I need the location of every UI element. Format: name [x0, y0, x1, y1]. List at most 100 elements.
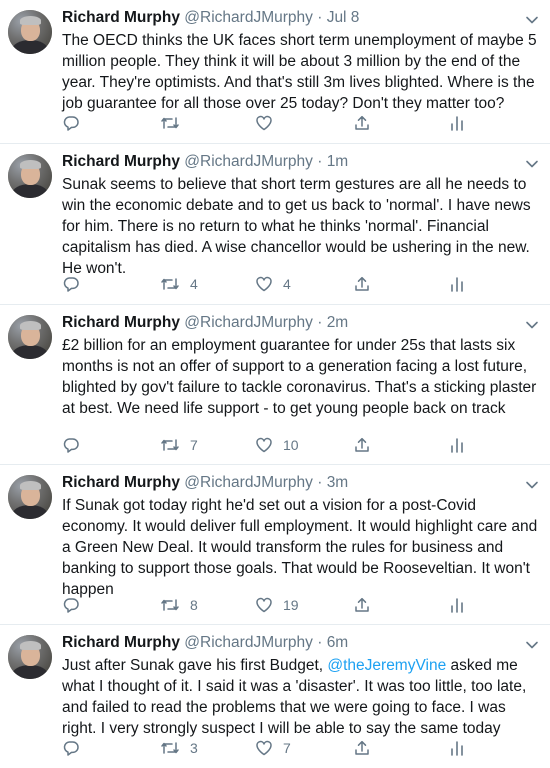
- retweet-count: 4: [190, 276, 198, 292]
- tweet-time[interactable]: 1m: [327, 153, 349, 170]
- share-icon: [355, 740, 369, 755]
- tweet-header: Richard Murphy @RichardJMurphy · 3m: [62, 473, 348, 493]
- author-name[interactable]: Richard Murphy: [62, 153, 180, 170]
- chevron-down-icon[interactable]: [524, 637, 540, 653]
- chevron-down-icon[interactable]: [524, 156, 540, 172]
- author-handle[interactable]: @RichardJMurphy: [184, 474, 313, 491]
- retweet-count: 7: [190, 437, 198, 453]
- heart-icon: [256, 276, 272, 292]
- tweet-actions: 7 10: [62, 435, 542, 455]
- retweet-icon: [161, 117, 179, 129]
- retweet-count: 3: [190, 740, 198, 756]
- tweet-text: If Sunak got today right he'd set out a …: [62, 497, 538, 598]
- avatar[interactable]: [8, 10, 52, 54]
- tweet-time[interactable]: 6m: [327, 634, 349, 651]
- tweet-time[interactable]: 2m: [327, 314, 349, 331]
- tweet-text: Just after Sunak gave his first Budget, …: [62, 655, 542, 739]
- analytics-icon: [451, 741, 463, 756]
- tweet-time[interactable]: Jul 8: [327, 9, 360, 26]
- like-button[interactable]: 7: [255, 738, 291, 758]
- author-handle[interactable]: @RichardJMurphy: [184, 634, 313, 651]
- share-button[interactable]: [353, 435, 371, 455]
- analytics-button[interactable]: [449, 595, 465, 615]
- share-icon: [355, 437, 369, 452]
- reply-button[interactable]: [62, 435, 80, 455]
- mention-link[interactable]: @theJeremyVine: [327, 657, 446, 674]
- tweet-header: Richard Murphy @RichardJMurphy · 1m: [62, 152, 348, 172]
- like-count: 4: [283, 276, 291, 292]
- analytics-button[interactable]: [449, 435, 465, 455]
- chevron-down-icon[interactable]: [524, 477, 540, 493]
- tweet[interactable]: Richard Murphy @RichardJMurphy · 1m Suna…: [0, 144, 550, 305]
- share-icon: [355, 597, 369, 612]
- share-button[interactable]: [353, 274, 371, 294]
- retweet-icon: [161, 742, 179, 754]
- retweet-button[interactable]: 7: [160, 435, 198, 455]
- tweet-text: Sunak seems to believe that short term g…: [62, 176, 531, 277]
- tweet[interactable]: Richard Murphy @RichardJMurphy · Jul 8 T…: [0, 0, 550, 144]
- tweet-header: Richard Murphy @RichardJMurphy · Jul 8: [62, 8, 359, 28]
- reply-button[interactable]: [62, 738, 80, 758]
- retweet-icon: [161, 278, 179, 290]
- tweet[interactable]: Richard Murphy @RichardJMurphy · 3m If S…: [0, 465, 550, 625]
- separator-dot: ·: [317, 153, 323, 170]
- reply-icon: [63, 598, 79, 613]
- heart-icon: [256, 437, 272, 453]
- like-button[interactable]: [255, 113, 283, 133]
- analytics-button[interactable]: [449, 113, 465, 133]
- like-button[interactable]: 10: [255, 435, 299, 455]
- like-button[interactable]: 4: [255, 274, 291, 294]
- retweet-button[interactable]: 3: [160, 738, 198, 758]
- analytics-button[interactable]: [449, 274, 465, 294]
- retweet-button[interactable]: [160, 113, 190, 133]
- tweet-feed: Richard Murphy @RichardJMurphy · Jul 8 T…: [0, 0, 550, 768]
- share-icon: [355, 115, 369, 130]
- chevron-down-icon[interactable]: [524, 317, 540, 333]
- author-name[interactable]: Richard Murphy: [62, 314, 180, 331]
- reply-button[interactable]: [62, 595, 80, 615]
- tweet-time[interactable]: 3m: [327, 474, 349, 491]
- author-name[interactable]: Richard Murphy: [62, 9, 180, 26]
- retweet-icon: [161, 599, 179, 611]
- avatar[interactable]: [8, 154, 52, 198]
- separator-dot: ·: [317, 474, 323, 491]
- separator-dot: ·: [317, 9, 323, 26]
- tweet[interactable]: Richard Murphy @RichardJMurphy · 6m Just…: [0, 625, 550, 768]
- reply-icon: [63, 438, 79, 453]
- heart-icon: [256, 597, 272, 613]
- analytics-button[interactable]: [449, 738, 465, 758]
- tweet-actions: [62, 113, 542, 133]
- reply-button[interactable]: [62, 274, 80, 294]
- author-handle[interactable]: @RichardJMurphy: [184, 314, 313, 331]
- analytics-icon: [451, 598, 463, 613]
- share-button[interactable]: [353, 113, 371, 133]
- reply-icon: [63, 116, 79, 131]
- author-name[interactable]: Richard Murphy: [62, 474, 180, 491]
- separator-dot: ·: [317, 314, 323, 331]
- author-handle[interactable]: @RichardJMurphy: [184, 9, 313, 26]
- avatar[interactable]: [8, 475, 52, 519]
- tweet-text: £2 billion for an employment guarantee f…: [62, 337, 537, 417]
- author-handle[interactable]: @RichardJMurphy: [184, 153, 313, 170]
- retweet-button[interactable]: 8: [160, 595, 198, 615]
- analytics-icon: [451, 277, 463, 292]
- reply-icon: [63, 741, 79, 756]
- tweet-actions: 3 7: [62, 738, 542, 758]
- tweet[interactable]: Richard Murphy @RichardJMurphy · 2m £2 b…: [0, 305, 550, 465]
- avatar[interactable]: [8, 315, 52, 359]
- heart-icon: [256, 115, 272, 131]
- chevron-down-icon[interactable]: [524, 12, 540, 28]
- reply-button[interactable]: [62, 113, 80, 133]
- tweet-header: Richard Murphy @RichardJMurphy · 6m: [62, 633, 348, 653]
- retweet-count: 8: [190, 597, 198, 613]
- share-button[interactable]: [353, 595, 371, 615]
- author-name[interactable]: Richard Murphy: [62, 634, 180, 651]
- like-button[interactable]: 19: [255, 595, 299, 615]
- like-count: 10: [283, 437, 299, 453]
- avatar[interactable]: [8, 635, 52, 679]
- share-button[interactable]: [353, 738, 371, 758]
- tweet-text-part: Just after Sunak gave his first Budget,: [62, 657, 328, 674]
- reply-icon: [63, 277, 79, 292]
- retweet-button[interactable]: 4: [160, 274, 198, 294]
- tweet-actions: 4 4: [62, 274, 542, 294]
